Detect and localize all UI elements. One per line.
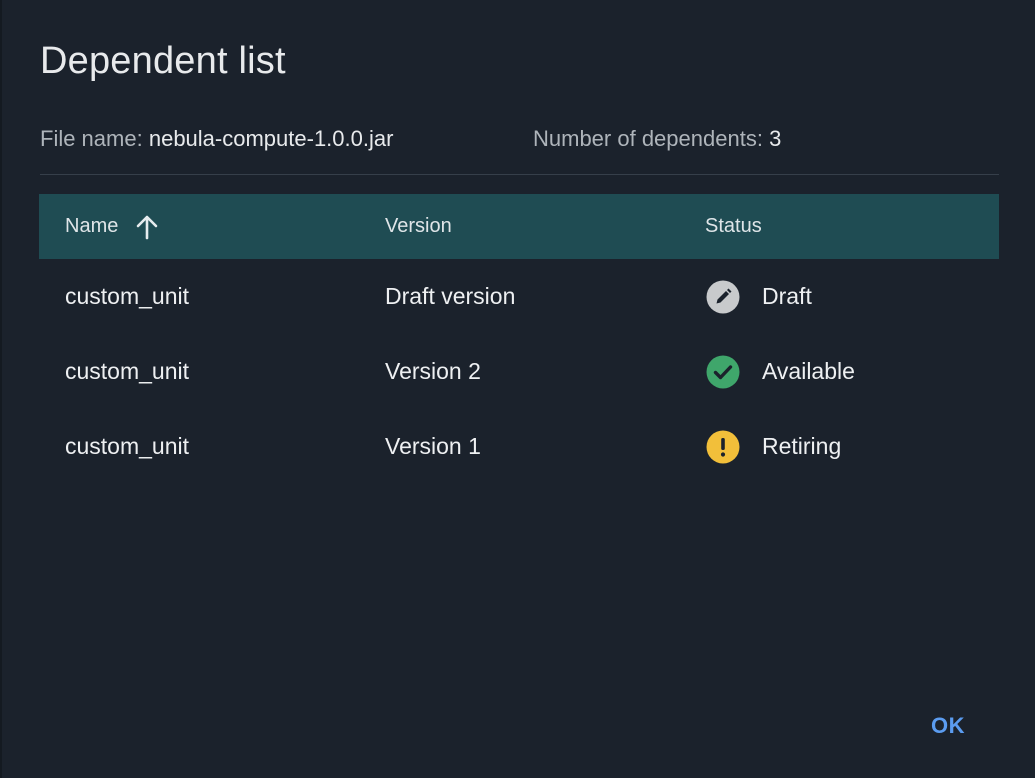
column-header-name[interactable]: Name	[65, 194, 160, 259]
row-status: Retiring	[706, 409, 841, 484]
row-name: custom_unit	[65, 283, 190, 309]
dialog-title: Dependent list	[40, 40, 286, 82]
row-version: Draft version	[385, 283, 516, 309]
column-header-version-label: Version	[385, 215, 452, 237]
row-name: custom_unit	[65, 358, 190, 384]
row-status-label: Available	[762, 358, 855, 384]
row-status-label: Retiring	[762, 433, 842, 459]
column-header-status-label: Status	[705, 215, 762, 237]
row-status: Draft	[706, 259, 812, 334]
pencil-icon	[706, 280, 740, 314]
table-row[interactable]: custom_unit Version 1 Retiring	[39, 409, 999, 484]
row-version: Version 1	[385, 433, 481, 459]
arrow-up-icon[interactable]	[134, 214, 160, 240]
dependent-list-dialog: Dependent list File name: nebula-compute…	[0, 0, 1035, 778]
column-header-status[interactable]: Status	[705, 194, 762, 259]
window-edge	[0, 0, 2, 778]
dependents-table: Name Version Status custom_unit Draft ve…	[39, 194, 999, 484]
file-name-value: nebula-compute-1.0.0.jar	[148, 126, 394, 151]
table-header: Name Version Status	[39, 194, 999, 259]
warning-icon	[706, 430, 740, 464]
check-circle-icon	[706, 355, 740, 389]
row-name: custom_unit	[65, 433, 190, 459]
file-name-info: File name: nebula-compute-1.0.0.jar	[40, 126, 393, 152]
row-version: Version 2	[385, 358, 481, 384]
row-status-label: Draft	[762, 283, 812, 309]
dependents-count-label: Number of dependents:	[533, 126, 763, 151]
ok-button[interactable]: OK	[918, 706, 978, 746]
table-row[interactable]: custom_unit Version 2 Available	[39, 334, 999, 409]
column-header-version[interactable]: Version	[385, 194, 452, 259]
row-status: Available	[706, 334, 855, 409]
dependents-count-value: 3	[769, 126, 782, 151]
divider	[40, 174, 999, 175]
column-header-name-label: Name	[65, 215, 119, 237]
file-name-label: File name:	[40, 126, 143, 151]
table-row[interactable]: custom_unit Draft version Draft	[39, 259, 999, 334]
dependents-count-info: Number of dependents: 3	[533, 126, 781, 152]
